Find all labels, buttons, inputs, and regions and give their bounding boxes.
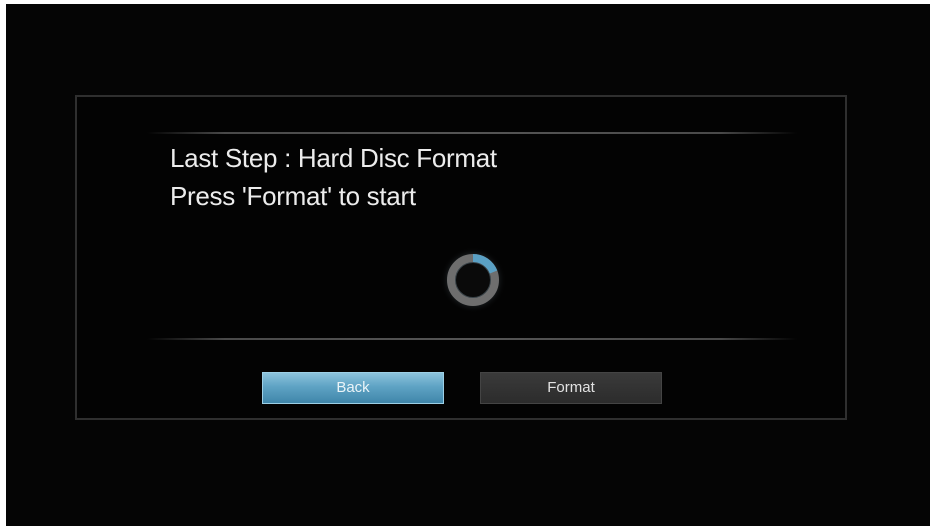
tv-screen: Last Step : Hard Disc Format Press 'Form… — [6, 4, 930, 526]
loading-spinner-icon — [440, 247, 506, 313]
back-button[interactable]: Back — [262, 372, 444, 404]
bottom-divider — [147, 338, 797, 340]
dialog-heading: Last Step : Hard Disc Format — [170, 143, 497, 173]
format-dialog: Last Step : Hard Disc Format Press 'Form… — [75, 95, 847, 420]
dialog-instruction: Press 'Format' to start — [170, 181, 416, 211]
top-divider — [147, 132, 797, 134]
format-button[interactable]: Format — [480, 372, 662, 404]
